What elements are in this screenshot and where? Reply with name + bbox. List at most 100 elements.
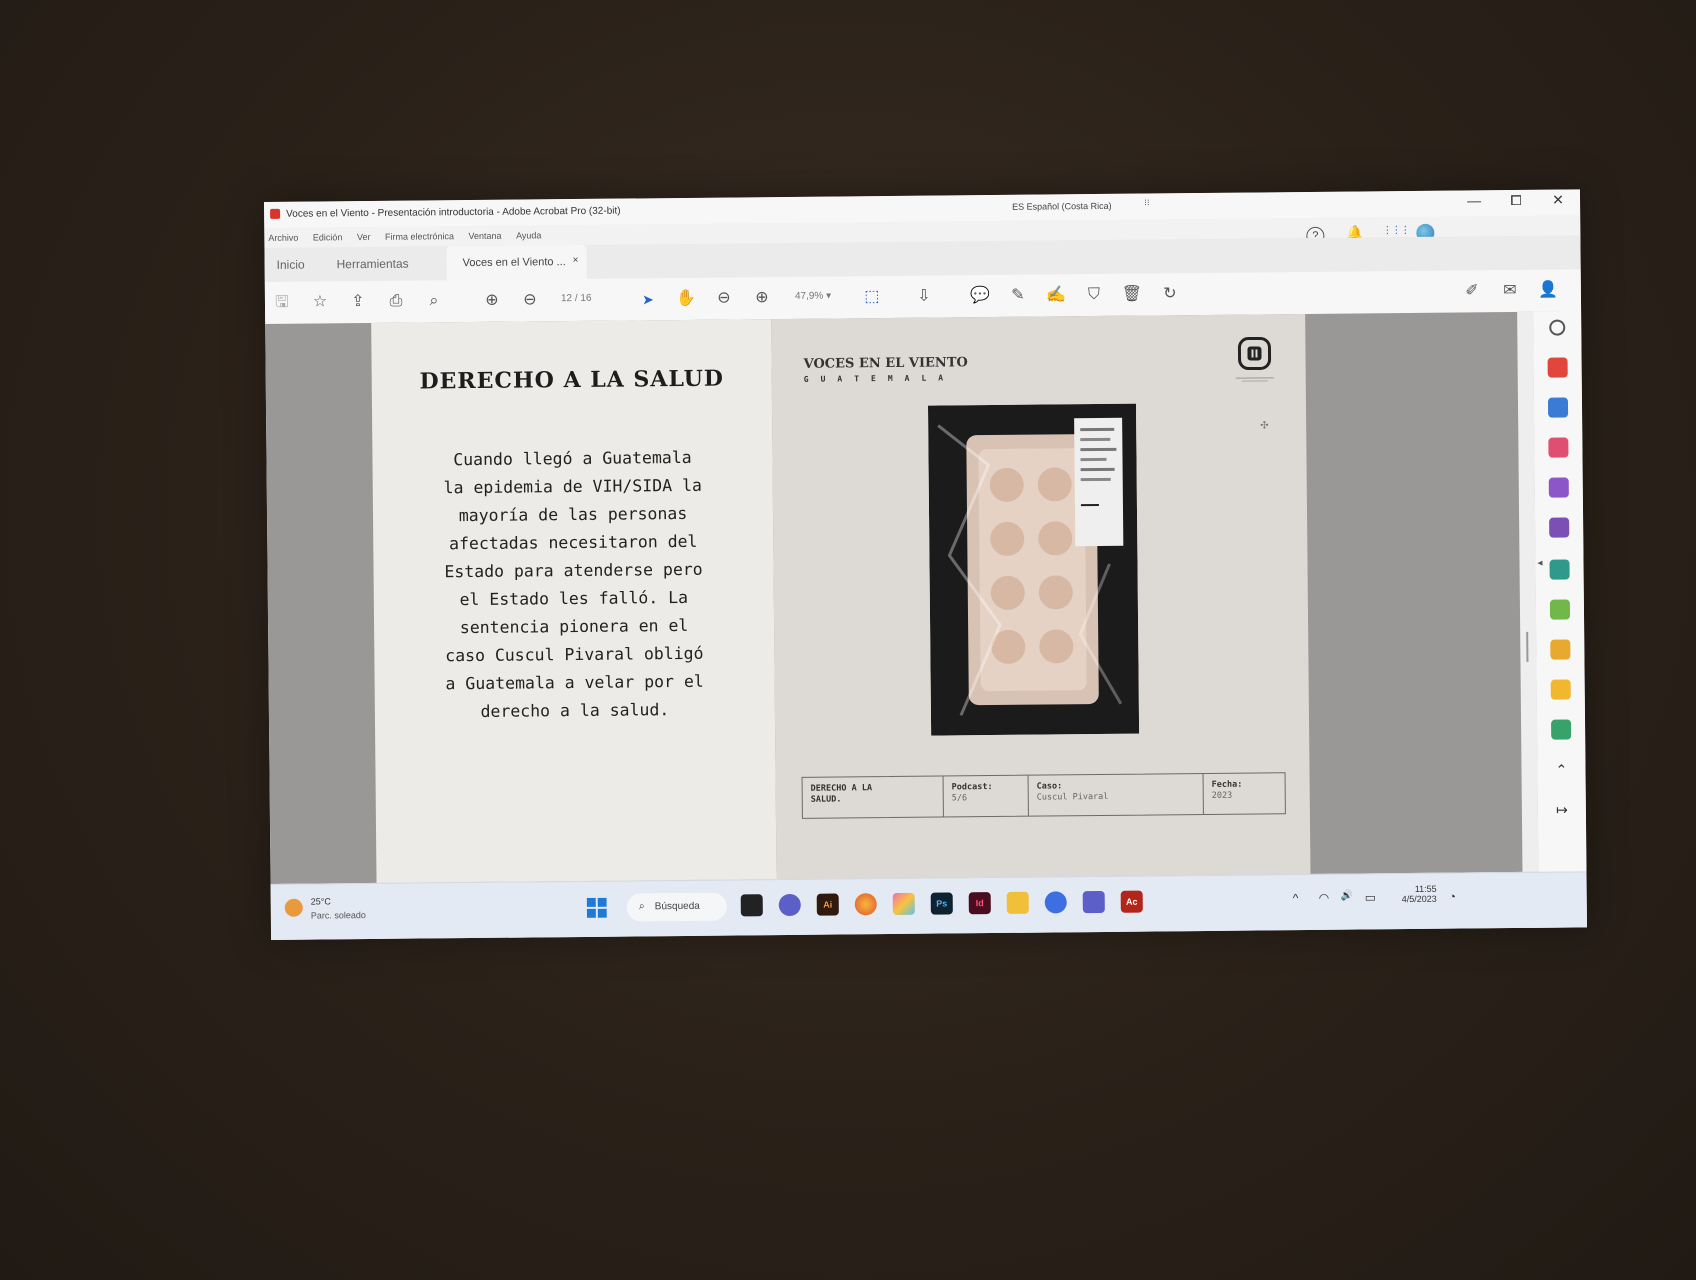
- document-viewport[interactable]: DERECHO A LA SALUD Cuando llegó a Guatem…: [265, 311, 1539, 884]
- sign-icon[interactable]: ✍: [1045, 284, 1067, 306]
- chat-app-icon[interactable]: [778, 893, 801, 917]
- pill-blister-photo: [927, 403, 1140, 736]
- illustrator-icon[interactable]: Ai: [816, 893, 839, 916]
- maximize-button[interactable]: ⧠: [1496, 192, 1536, 209]
- wifi-icon[interactable]: ◠: [1319, 891, 1330, 905]
- zoom-in-icon[interactable]: ⊕: [751, 287, 773, 309]
- account-share-icon[interactable]: 👤: [1537, 280, 1559, 302]
- meta-key: DERECHO A LA: [810, 783, 873, 794]
- expand-collapse-icon[interactable]: ⌃: [1551, 759, 1571, 779]
- episode-info-table: DERECHO A LA SALUD. Podcast: 5/6 Caso: C…: [801, 772, 1286, 819]
- menu-edicion[interactable]: Edición: [313, 232, 343, 242]
- stamp-icon[interactable]: ⛉: [1083, 284, 1105, 306]
- photos-icon[interactable]: [892, 892, 915, 915]
- taskbar-search[interactable]: ⌕ Búsqueda: [626, 892, 727, 922]
- combine-files-icon[interactable]: [1550, 639, 1571, 660]
- menu-ver[interactable]: Ver: [357, 232, 371, 242]
- system-clock[interactable]: 11:55 4/5/2023: [1391, 884, 1437, 904]
- windows-start-icon[interactable]: [586, 897, 607, 918]
- page-fit-icon[interactable]: ⬚: [861, 286, 883, 308]
- apps-grid-icon[interactable]: ⋮⋮⋮: [1382, 225, 1409, 236]
- brand-subtitle: GUATEMALA: [803, 373, 956, 384]
- highlight-pen-icon[interactable]: ✎: [1007, 285, 1029, 307]
- rotate-icon[interactable]: ↻: [1159, 283, 1181, 305]
- menu-firma-electronica[interactable]: Firma electrónica: [385, 231, 454, 242]
- hand-tool-icon[interactable]: ✋: [675, 288, 697, 310]
- compress-pdf-icon[interactable]: [1549, 559, 1570, 580]
- page-current[interactable]: 12: [561, 293, 572, 304]
- print-production-icon[interactable]: [1551, 719, 1572, 740]
- meta-key: Caso:: [1036, 781, 1063, 792]
- mail-icon[interactable]: ✉: [1499, 280, 1521, 302]
- tab-document[interactable]: Voces en el Viento ... ×: [446, 244, 587, 281]
- body-line: la epidemia de VIH/SIDA la: [443, 475, 702, 498]
- weather-sun-icon[interactable]: [284, 898, 303, 917]
- zoom-app-icon[interactable]: [1044, 891, 1067, 914]
- search-icon[interactable]: ⌕: [423, 290, 445, 312]
- request-signature-icon[interactable]: [1548, 477, 1569, 498]
- firefox-icon[interactable]: [854, 893, 877, 916]
- task-view-icon[interactable]: [740, 894, 763, 917]
- close-window-button[interactable]: ✕: [1538, 191, 1578, 208]
- page-body-text: Cuando llegó a Guatemala la epidemia de …: [402, 443, 745, 726]
- edit-pdf-icon[interactable]: [1549, 599, 1571, 620]
- collapse-arrow-icon[interactable]: ◂: [1537, 558, 1542, 569]
- zoom-out-icon[interactable]: ⊖: [713, 287, 735, 309]
- logo-caption-mark: [1235, 377, 1274, 382]
- page-indicator[interactable]: 12 / 16: [561, 293, 592, 304]
- cloud-upload-icon[interactable]: ⇪: [347, 291, 369, 313]
- scroll-mode-icon[interactable]: ⇩: [913, 286, 935, 308]
- previous-page-icon[interactable]: ⊕: [481, 290, 503, 312]
- window-title: Voces en el Viento - Presentación introd…: [286, 205, 621, 220]
- close-tab-icon[interactable]: ×: [573, 255, 579, 266]
- meta-cell-podcast: Podcast: 5/6: [943, 775, 1029, 817]
- notification-center-icon[interactable]: ◔: [1449, 890, 1456, 904]
- clock-time: 11:55: [1414, 883, 1437, 894]
- weather-temperature[interactable]: 25°C: [311, 896, 331, 906]
- battery-icon[interactable]: ▭: [1365, 890, 1376, 904]
- share-edit-icon[interactable]: ✐: [1461, 280, 1483, 302]
- comment-icon[interactable]: 💬: [969, 285, 991, 307]
- weather-description[interactable]: Parc. soleado: [311, 910, 366, 921]
- next-page-icon[interactable]: ⊖: [519, 289, 541, 311]
- photoshop-icon[interactable]: Ps: [930, 892, 953, 915]
- comment-tool-icon[interactable]: [1550, 679, 1571, 700]
- tab-herramientas[interactable]: Herramientas: [337, 257, 409, 272]
- menu-ayuda[interactable]: Ayuda: [516, 230, 541, 240]
- sidebar-exit-icon[interactable]: ↦: [1552, 799, 1572, 819]
- delete-icon[interactable]: 🗑: [1121, 284, 1143, 306]
- minimize-button[interactable]: —: [1454, 192, 1494, 208]
- indesign-icon[interactable]: Id: [968, 892, 991, 915]
- select-pointer-icon[interactable]: ➤: [637, 288, 659, 310]
- left-page: DERECHO A LA SALUD Cuando llegó a Guatem…: [371, 319, 777, 883]
- right-page: VOCES EN EL VIENTO GUATEMALA ✣ DERECHO A…: [771, 314, 1311, 880]
- tab-inicio[interactable]: Inicio: [277, 258, 305, 272]
- volume-icon[interactable]: 🔊: [1341, 891, 1354, 902]
- acrobat-app-icon: [270, 208, 281, 219]
- page-title: DERECHO A LA SALUD: [419, 365, 725, 395]
- teams-icon[interactable]: [1082, 890, 1105, 914]
- page-total: / 16: [574, 292, 592, 305]
- file-explorer-icon[interactable]: [1006, 891, 1029, 914]
- scrollbar-thumb[interactable]: [1526, 631, 1529, 662]
- print-icon[interactable]: ⎙: [385, 291, 407, 313]
- search-label: Búsqueda: [654, 900, 700, 913]
- export-pdf-icon[interactable]: [1547, 357, 1568, 378]
- organize-pages-icon[interactable]: [1548, 437, 1569, 458]
- bookmark-star-icon[interactable]: ☆: [309, 291, 331, 313]
- zoom-level-select[interactable]: 47,9% ▾: [795, 291, 831, 302]
- search-tools-icon[interactable]: [1549, 319, 1566, 336]
- body-line: afectadas necesitaron del: [449, 531, 698, 554]
- menu-archivo[interactable]: Archivo: [268, 233, 298, 243]
- create-pdf-icon[interactable]: [1547, 397, 1569, 418]
- meta-cell-topic: DERECHO A LA SALUD.: [802, 776, 944, 818]
- menu-ventana[interactable]: Ventana: [468, 231, 501, 241]
- zoom-caret-icon: ▾: [826, 290, 832, 302]
- acrobat-taskbar-icon[interactable]: Ac: [1120, 890, 1143, 913]
- meta-cell-caso: Caso: Cuscul Pivaral: [1028, 774, 1204, 816]
- projected-screen: Voces en el Viento - Presentación introd…: [264, 189, 1588, 940]
- fill-sign-icon[interactable]: [1549, 517, 1570, 538]
- language-indicator[interactable]: ES Español (Costa Rica): [1012, 201, 1112, 212]
- save-icon[interactable]: 🖫: [271, 292, 293, 314]
- tray-overflow-icon[interactable]: ^: [1293, 891, 1299, 905]
